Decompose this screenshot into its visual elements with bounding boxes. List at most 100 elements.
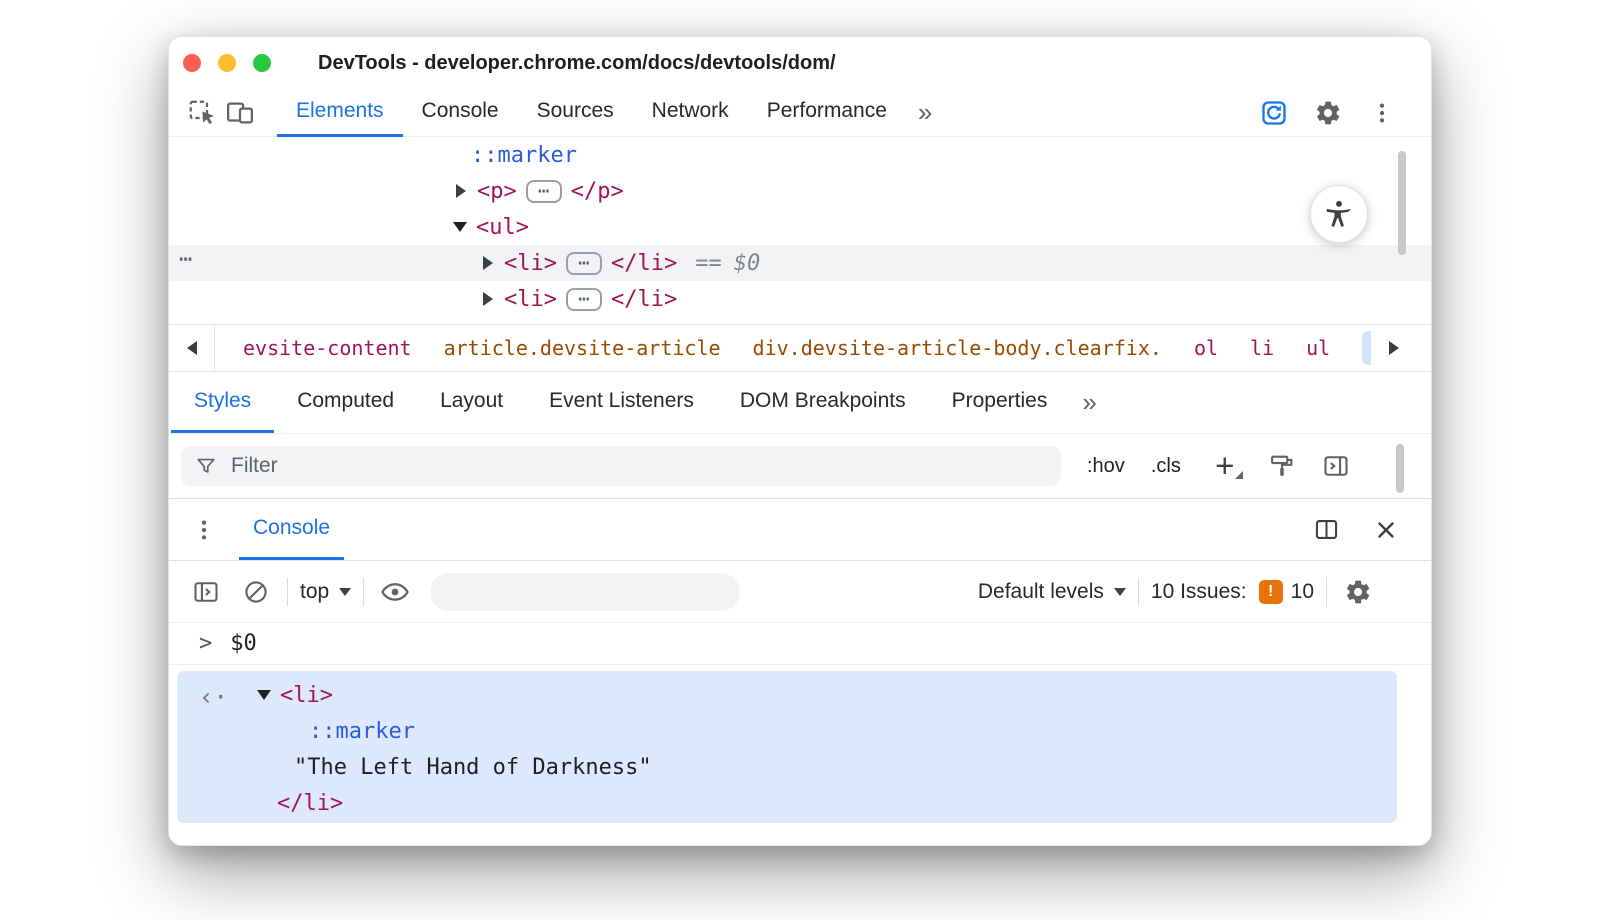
expand-children-button[interactable]: ⋯	[525, 179, 562, 203]
expand-arrow-icon[interactable]	[483, 292, 493, 306]
dom-node-li[interactable]: <li> ⋯ </li>	[169, 281, 1431, 317]
inspect-element-icon	[189, 100, 214, 124]
window-title: DevTools - developer.chrome.com/docs/dev…	[318, 51, 836, 74]
kebab-menu-icon	[1379, 102, 1385, 123]
result-text-line[interactable]: "The Left Hand of Darkness"	[177, 749, 1397, 785]
breadcrumb-scroll-right-icon[interactable]	[1371, 325, 1417, 371]
dom-node-li-selected[interactable]: ⋯ <li> ⋯ </li> == $0	[169, 245, 1431, 281]
expand-children-button[interactable]: ⋯	[565, 251, 602, 275]
issues-warning-icon[interactable]: !	[1258, 579, 1283, 604]
clear-console-icon[interactable]	[237, 573, 275, 611]
dom-tree-scrollbar[interactable]	[1398, 151, 1406, 255]
expand-children-button[interactable]: ⋯	[565, 287, 602, 311]
equals-annotation: == $0	[695, 250, 761, 276]
console-sidebar-icon	[194, 581, 218, 602]
console-result-node[interactable]: ‹· <li> ::marker "The Left Hand of Darkn…	[177, 671, 1397, 823]
tab-properties[interactable]: Properties	[929, 372, 1071, 433]
expand-arrow-icon[interactable]	[456, 184, 466, 198]
tab-console[interactable]: Console	[403, 89, 518, 137]
dom-node-p[interactable]: <p> ⋯ </p>	[169, 173, 1431, 209]
result-open-tag-line[interactable]: <li>	[177, 677, 1397, 713]
execution-context-selector[interactable]: top	[300, 580, 352, 604]
console-filter-input[interactable]	[430, 572, 741, 611]
reload-required-icon[interactable]	[1255, 94, 1293, 132]
console-expression: $0	[230, 631, 257, 656]
inspect-element-icon[interactable]	[183, 94, 221, 132]
pseudo-element-label: ::marker	[309, 718, 415, 744]
overflow-indicator: ⋯	[179, 247, 193, 272]
tag-close: </p>	[570, 178, 624, 204]
issues-count[interactable]: 10	[1291, 580, 1314, 604]
more-tabs-icon[interactable]: »	[1070, 372, 1108, 433]
toggle-element-state-button[interactable]: :hov	[1087, 455, 1125, 478]
tag-open: <li>	[504, 250, 557, 276]
breadcrumb-item[interactable]: evsite-content	[243, 336, 412, 360]
collapse-arrow-icon[interactable]	[453, 222, 467, 232]
elements-dom-tree: ::marker <p> ⋯ </p> <ul> ⋯ <li> ⋯ </li> …	[169, 137, 1431, 324]
close-window-button[interactable]	[183, 54, 201, 72]
breadcrumb-item[interactable]: li	[1250, 336, 1274, 360]
styles-toolbar: :hov .cls +	[169, 434, 1431, 499]
dom-node-marker[interactable]: ::marker	[169, 137, 1431, 173]
breadcrumb-item-selected[interactable]: li	[1362, 331, 1371, 365]
text-node: "The Left Hand of Darkness"	[294, 754, 652, 780]
styles-filter-input[interactable]	[181, 446, 1061, 486]
collapse-arrow-icon[interactable]	[257, 690, 271, 700]
settings-gear-icon[interactable]	[1309, 94, 1347, 132]
split-panel-icon[interactable]	[1307, 511, 1345, 549]
drawer-tab-console[interactable]: Console	[239, 499, 345, 560]
console-settings-gear-icon[interactable]	[1339, 573, 1377, 611]
divider	[1326, 577, 1327, 606]
drawer-kebab-menu-icon	[201, 519, 207, 540]
console-history-row[interactable]: > $0	[169, 623, 1431, 665]
tag-open: <li>	[280, 682, 333, 708]
tab-computed[interactable]: Computed	[274, 372, 417, 433]
devtools-window: DevTools - developer.chrome.com/docs/dev…	[168, 36, 1432, 846]
kebab-menu-icon[interactable]	[1363, 94, 1401, 132]
paint-roller-icon[interactable]	[1263, 447, 1301, 485]
split-panel-icon	[1315, 520, 1337, 539]
tab-network[interactable]: Network	[633, 89, 748, 137]
console-filter-field[interactable]	[456, 579, 726, 604]
tag-open: <ul>	[476, 214, 529, 240]
dom-node-ul[interactable]: <ul>	[169, 209, 1431, 245]
device-toolbar-icon[interactable]	[221, 94, 259, 132]
tag-close: </li>	[277, 790, 344, 816]
accessibility-fab-button[interactable]	[1310, 185, 1368, 243]
log-levels-selector[interactable]: Default levels	[978, 580, 1126, 604]
styles-pane-scrollbar[interactable]	[1396, 444, 1404, 493]
new-style-rule-button[interactable]: +	[1207, 446, 1243, 486]
issues-label: 10 Issues:	[1150, 579, 1247, 603]
console-sidebar-icon[interactable]	[187, 573, 225, 611]
expand-arrow-icon[interactable]	[483, 256, 493, 270]
breadcrumb-item[interactable]: ol	[1194, 336, 1218, 360]
breadcrumb-bar: evsite-content article.devsite-article d…	[169, 324, 1431, 372]
toggle-sidebar-icon[interactable]	[1317, 447, 1355, 485]
breadcrumb-scroll-left-icon[interactable]	[169, 325, 215, 371]
breadcrumb-item[interactable]: ul	[1306, 336, 1330, 360]
console-messages: > $0 ‹· <li> ::marker "The Left Hand of …	[169, 623, 1431, 845]
breadcrumb-item[interactable]: div.devsite-article-body.clearfix.	[753, 336, 1162, 360]
settings-gear-icon	[1317, 101, 1340, 124]
tab-event-listeners[interactable]: Event Listeners	[526, 372, 717, 433]
result-close-tag-line[interactable]: </li>	[177, 785, 1397, 821]
toggle-classes-button[interactable]: .cls	[1151, 455, 1181, 478]
minimize-window-button[interactable]	[218, 54, 236, 72]
more-tabs-icon[interactable]: »	[906, 89, 944, 137]
drawer-kebab-menu-icon[interactable]	[187, 499, 221, 560]
tab-performance[interactable]: Performance	[748, 89, 906, 137]
tab-sources[interactable]: Sources	[518, 89, 633, 137]
fullscreen-window-button[interactable]	[253, 54, 271, 72]
tab-dom-breakpoints[interactable]: DOM Breakpoints	[717, 372, 929, 433]
returned-value-icon: ‹·	[199, 683, 228, 711]
styles-filter-field[interactable]	[229, 453, 1047, 479]
result-pseudo-line[interactable]: ::marker	[177, 713, 1397, 749]
tab-layout[interactable]: Layout	[417, 372, 526, 433]
breadcrumb-item[interactable]: article.devsite-article	[444, 336, 721, 360]
tag-open: <li>	[504, 286, 557, 312]
live-expression-eye-icon[interactable]	[376, 573, 414, 611]
tab-styles[interactable]: Styles	[171, 372, 275, 433]
tab-elements[interactable]: Elements	[277, 89, 403, 137]
close-drawer-icon[interactable]	[1367, 511, 1405, 549]
accessibility-person-icon	[1326, 200, 1351, 227]
